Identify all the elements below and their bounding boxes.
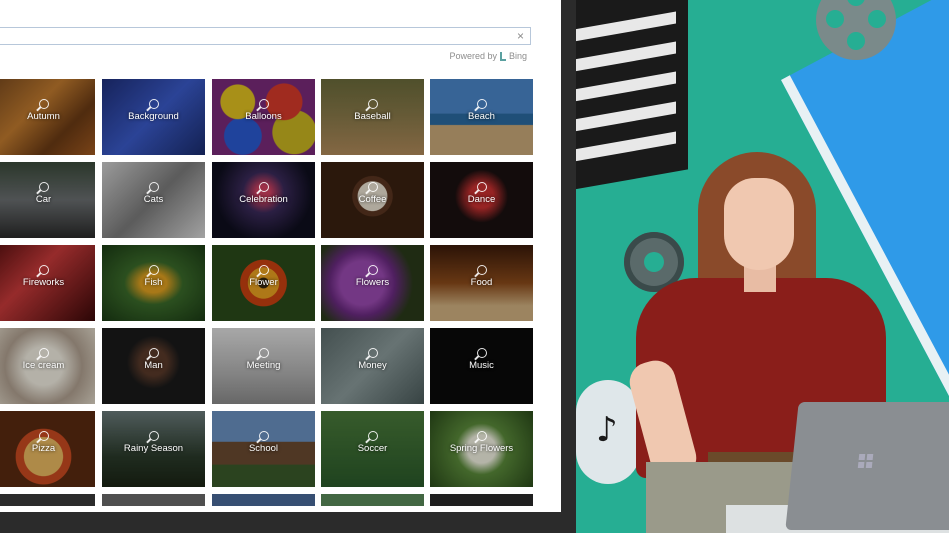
category-tile[interactable]: Celebration <box>212 162 315 238</box>
search-icon <box>258 182 269 192</box>
tile-label: Fireworks <box>22 277 65 288</box>
search-icon <box>367 348 378 358</box>
category-tile[interactable]: Food <box>430 245 533 321</box>
search-icon <box>38 348 49 358</box>
search-icon <box>258 431 269 441</box>
tile-label: Flowers <box>355 277 390 288</box>
search-icon <box>258 348 269 358</box>
tile-label: Meeting <box>246 360 281 371</box>
search-icon <box>476 431 487 441</box>
search-icon <box>367 431 378 441</box>
search-icon <box>148 431 159 441</box>
tile-label: Baseball <box>354 111 391 122</box>
category-tile[interactable]: Money <box>321 328 424 404</box>
tile-overlay <box>0 494 95 506</box>
search-icon <box>476 265 487 275</box>
search-icon <box>367 99 378 109</box>
tile-overlay <box>430 494 533 506</box>
screen-frame: × Powered by Bing Autumn Background Balloo… <box>0 0 576 533</box>
laptop <box>785 402 949 530</box>
tile-label: Flower <box>249 277 278 288</box>
search-icon <box>476 99 487 109</box>
category-tile[interactable]: Fish <box>102 245 205 321</box>
search-icon <box>38 265 49 275</box>
tile-label: Food <box>470 277 493 288</box>
stage: × Powered by Bing Autumn Background Balloo… <box>0 0 949 533</box>
search-icon <box>38 99 49 109</box>
category-tile[interactable]: Meeting <box>212 328 315 404</box>
category-tile[interactable]: Man <box>102 328 205 404</box>
studio-backdrop: ♪ <box>576 0 949 533</box>
category-tile[interactable]: School <box>212 411 315 487</box>
tile-label: Celebration <box>239 194 288 205</box>
category-tile[interactable]: Dance <box>430 162 533 238</box>
search-icon <box>476 182 487 192</box>
tile-label: Rainy Season <box>123 443 184 454</box>
search-icon <box>367 182 378 192</box>
category-tile[interactable]: Balloons <box>212 79 315 155</box>
search-icon <box>148 182 159 192</box>
tile-label: Autumn <box>27 111 60 122</box>
tile-overlay <box>102 494 205 506</box>
category-tile[interactable]: Music <box>430 328 533 404</box>
tile-label: Man <box>144 360 163 371</box>
category-tile[interactable]: Ice cream <box>0 328 95 404</box>
category-tile[interactable] <box>321 494 424 506</box>
online-pictures-dialog: × Powered by Bing Autumn Background Balloo… <box>0 0 561 512</box>
tile-label: Fish <box>144 277 163 288</box>
category-tile[interactable] <box>102 494 205 506</box>
tile-label: Music <box>469 360 494 371</box>
search-icon <box>258 99 269 109</box>
category-tile[interactable]: Cats <box>102 162 205 238</box>
search-icon <box>148 99 159 109</box>
tile-overlay <box>212 494 315 506</box>
music-note-icon: ♪ <box>576 380 640 484</box>
tile-label: Beach <box>468 111 495 122</box>
tile-label: Balloons <box>245 111 282 122</box>
category-tile[interactable]: Flowers <box>321 245 424 321</box>
tile-label: Ice cream <box>22 360 65 371</box>
category-tile[interactable]: Spring Flowers <box>430 411 533 487</box>
tile-label: Cats <box>143 194 164 205</box>
clapperboard-icon <box>576 0 688 191</box>
presenter-face <box>724 178 794 270</box>
tile-overlay <box>321 494 424 506</box>
tile-label: Soccer <box>357 443 388 454</box>
category-tile[interactable]: Fireworks <box>0 245 95 321</box>
category-tile[interactable]: Rainy Season <box>102 411 205 487</box>
category-tile[interactable]: Autumn <box>0 79 95 155</box>
search-icon <box>476 348 487 358</box>
category-grid: Autumn Background Balloons Baseball Beach Car… <box>0 0 561 512</box>
category-tile[interactable] <box>212 494 315 506</box>
tile-label: Dance <box>467 194 496 205</box>
search-icon <box>367 265 378 275</box>
category-tile[interactable]: Background <box>102 79 205 155</box>
tile-label: Coffee <box>358 194 387 205</box>
search-icon <box>258 265 269 275</box>
windows-logo-icon <box>857 454 874 468</box>
category-tile[interactable]: Soccer <box>321 411 424 487</box>
tile-label: Background <box>128 111 179 122</box>
tile-label: Pizza <box>31 443 56 454</box>
tile-label: School <box>248 443 279 454</box>
category-tile[interactable] <box>0 494 95 506</box>
search-icon <box>148 348 159 358</box>
search-icon <box>148 265 159 275</box>
tile-label: Money <box>358 360 387 371</box>
category-tile[interactable]: Coffee <box>321 162 424 238</box>
tile-label: Spring Flowers <box>449 443 514 454</box>
category-tile[interactable]: Beach <box>430 79 533 155</box>
tile-label: Car <box>35 194 52 205</box>
category-tile[interactable]: Pizza <box>0 411 95 487</box>
category-tile[interactable]: Baseball <box>321 79 424 155</box>
category-tile[interactable]: Car <box>0 162 95 238</box>
search-icon <box>38 182 49 192</box>
category-tile[interactable] <box>430 494 533 506</box>
category-tile[interactable]: Flower <box>212 245 315 321</box>
search-icon <box>38 431 49 441</box>
